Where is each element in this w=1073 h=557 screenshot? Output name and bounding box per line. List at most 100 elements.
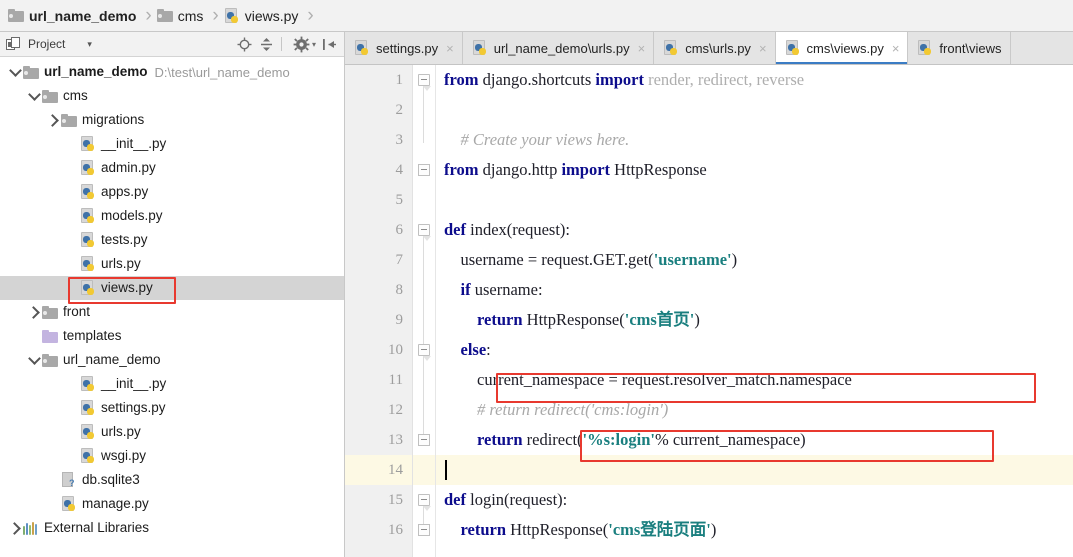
tree-arrow-placeholder bbox=[65, 228, 80, 252]
code-token: HttpResponse bbox=[614, 160, 707, 179]
tab-close-icon[interactable]: × bbox=[638, 41, 646, 56]
tree-item-label: db.sqlite3 bbox=[82, 472, 140, 487]
tab-close-icon[interactable]: × bbox=[759, 41, 767, 56]
code-token: index(request): bbox=[470, 220, 571, 239]
chevron-right-icon[interactable] bbox=[8, 516, 23, 540]
python-file-icon bbox=[80, 232, 96, 248]
tree-item-external-libraries[interactable]: External Libraries bbox=[0, 516, 344, 540]
chevron-right-icon[interactable] bbox=[27, 300, 42, 324]
breadcrumb-item-url-name-demo[interactable]: url_name_demo bbox=[8, 0, 136, 31]
code-fold-strip[interactable] bbox=[413, 65, 436, 557]
tree-item-db-sqlite3[interactable]: ? db.sqlite3 bbox=[0, 468, 344, 492]
code-token: login(request): bbox=[470, 490, 568, 509]
chevron-down-icon[interactable]: ▾ bbox=[87, 39, 92, 50]
tree-item-label: wsgi.py bbox=[101, 448, 147, 463]
code-line-6: def index(request): bbox=[444, 215, 570, 245]
tree-arrow-placeholder bbox=[65, 132, 80, 156]
editor-tab-label: settings.py bbox=[376, 40, 439, 56]
code-token: render, redirect, reverse bbox=[648, 70, 805, 89]
code-fold-marker[interactable] bbox=[418, 164, 430, 176]
editor-tab-bar[interactable]: settings.py × url_name_demo\urls.py × cms\ur… bbox=[345, 32, 1073, 65]
line-number: 14 bbox=[388, 462, 403, 478]
tab-close-icon[interactable]: × bbox=[892, 41, 900, 56]
tree-item--init-py[interactable]: __init__.py bbox=[0, 132, 344, 156]
code-line-13: return redirect('%s:login'% current_name… bbox=[444, 425, 806, 455]
project-tree[interactable]: url_name_demo D:\test\url_name_democms mig… bbox=[0, 57, 344, 557]
tree-item-views-py[interactable]: views.py bbox=[0, 276, 344, 300]
tree-item-apps-py[interactable]: apps.py bbox=[0, 180, 344, 204]
tree-item-settings-py[interactable]: settings.py bbox=[0, 396, 344, 420]
editor-tab-cms-urls-py[interactable]: cms\urls.py × bbox=[654, 32, 776, 64]
tree-item-url-name-demo[interactable]: url_name_demo D:\test\url_name_demo bbox=[0, 60, 344, 84]
code-token: def bbox=[444, 490, 471, 509]
editor-tab-url-name-demo-urls-py[interactable]: url_name_demo\urls.py × bbox=[463, 32, 655, 64]
text-caret bbox=[445, 460, 447, 480]
tree-item-manage-py[interactable]: manage.py bbox=[0, 492, 344, 516]
chevron-down-icon[interactable] bbox=[27, 84, 42, 108]
code-fold-marker[interactable] bbox=[418, 434, 430, 446]
code-current-line-highlight bbox=[436, 455, 1073, 485]
tree-item-migrations[interactable]: migrations bbox=[0, 108, 344, 132]
tree-arrow-placeholder bbox=[65, 444, 80, 468]
tree-item-label: urls.py bbox=[101, 424, 141, 439]
tree-item-path: D:\test\url_name_demo bbox=[154, 64, 290, 80]
editor-tab-front-views[interactable]: front\views bbox=[908, 32, 1011, 64]
tree-item--init-py[interactable]: __init__.py bbox=[0, 372, 344, 396]
code-content[interactable]: from django.shortcuts import render, red… bbox=[436, 65, 1073, 557]
tree-item-front[interactable]: front bbox=[0, 300, 344, 324]
chevron-down-icon[interactable] bbox=[8, 60, 23, 84]
line-number: 15 bbox=[388, 492, 403, 508]
tree-item-wsgi-py[interactable]: wsgi.py bbox=[0, 444, 344, 468]
hide-panel-icon[interactable] bbox=[321, 36, 338, 53]
code-fold-marker[interactable] bbox=[418, 494, 431, 511]
tree-item-urls-py[interactable]: urls.py bbox=[0, 252, 344, 276]
python-file-icon bbox=[80, 184, 96, 200]
tab-close-icon[interactable]: × bbox=[446, 41, 454, 56]
gear-dropdown-caret-icon[interactable]: ▾ bbox=[312, 40, 316, 49]
tree-arrow-placeholder bbox=[46, 492, 61, 516]
code-token: if bbox=[460, 280, 475, 299]
editor-tab-cms-views-py[interactable]: cms\views.py × bbox=[775, 32, 909, 64]
editor-area: settings.py × url_name_demo\urls.py × cms\ur… bbox=[345, 32, 1073, 557]
tree-item-url-name-demo[interactable]: url_name_demo bbox=[0, 348, 344, 372]
code-editor[interactable]: 1 2 3 4 5 6 7 8 9 10 11 12 13 14 15 16 from django.shor… bbox=[345, 65, 1073, 557]
editor-tab-settings-py[interactable]: settings.py × bbox=[345, 32, 463, 64]
code-fold-marker[interactable] bbox=[418, 524, 430, 536]
code-token: import bbox=[561, 160, 615, 179]
code-token: else bbox=[460, 340, 487, 359]
breadcrumb-item-views-py[interactable]: views.py bbox=[224, 0, 298, 31]
tree-item-label: url_name_demo bbox=[44, 64, 148, 79]
tree-arrow-placeholder bbox=[65, 276, 80, 300]
settings-gear-icon[interactable] bbox=[293, 36, 310, 53]
chevron-right-icon[interactable] bbox=[46, 108, 61, 132]
line-number: 12 bbox=[388, 402, 403, 418]
breadcrumb-item-cms[interactable]: cms bbox=[156, 0, 203, 31]
collapse-all-icon[interactable] bbox=[258, 36, 275, 53]
code-fold-marker[interactable] bbox=[418, 344, 431, 361]
tree-item-urls-py[interactable]: urls.py bbox=[0, 420, 344, 444]
tree-item-admin-py[interactable]: admin.py bbox=[0, 156, 344, 180]
tree-item-models-py[interactable]: models.py bbox=[0, 204, 344, 228]
tree-item-cms[interactable]: cms bbox=[0, 84, 344, 108]
line-number: 11 bbox=[388, 372, 403, 388]
code-token: 'cms首页' bbox=[624, 310, 695, 329]
tree-item-tests-py[interactable]: tests.py bbox=[0, 228, 344, 252]
code-token: ) bbox=[710, 520, 717, 539]
code-line-8: if username: bbox=[444, 275, 543, 305]
project-view-icon bbox=[6, 36, 21, 52]
chevron-down-icon[interactable] bbox=[27, 348, 42, 372]
python-file-icon bbox=[472, 40, 488, 56]
python-file-icon bbox=[663, 40, 679, 56]
tree-item-templates[interactable]: templates bbox=[0, 324, 344, 348]
python-file-icon bbox=[80, 256, 96, 272]
code-fold-marker[interactable] bbox=[418, 74, 431, 91]
code-line-15: def login(request): bbox=[444, 485, 567, 515]
code-line-4: from django.http import HttpResponse bbox=[444, 155, 707, 185]
code-fold-marker[interactable] bbox=[418, 224, 431, 241]
locate-icon[interactable] bbox=[236, 36, 253, 53]
code-token: '%s:login' bbox=[582, 430, 655, 449]
line-number: 9 bbox=[395, 312, 404, 328]
fold-current-line-highlight bbox=[413, 455, 435, 485]
